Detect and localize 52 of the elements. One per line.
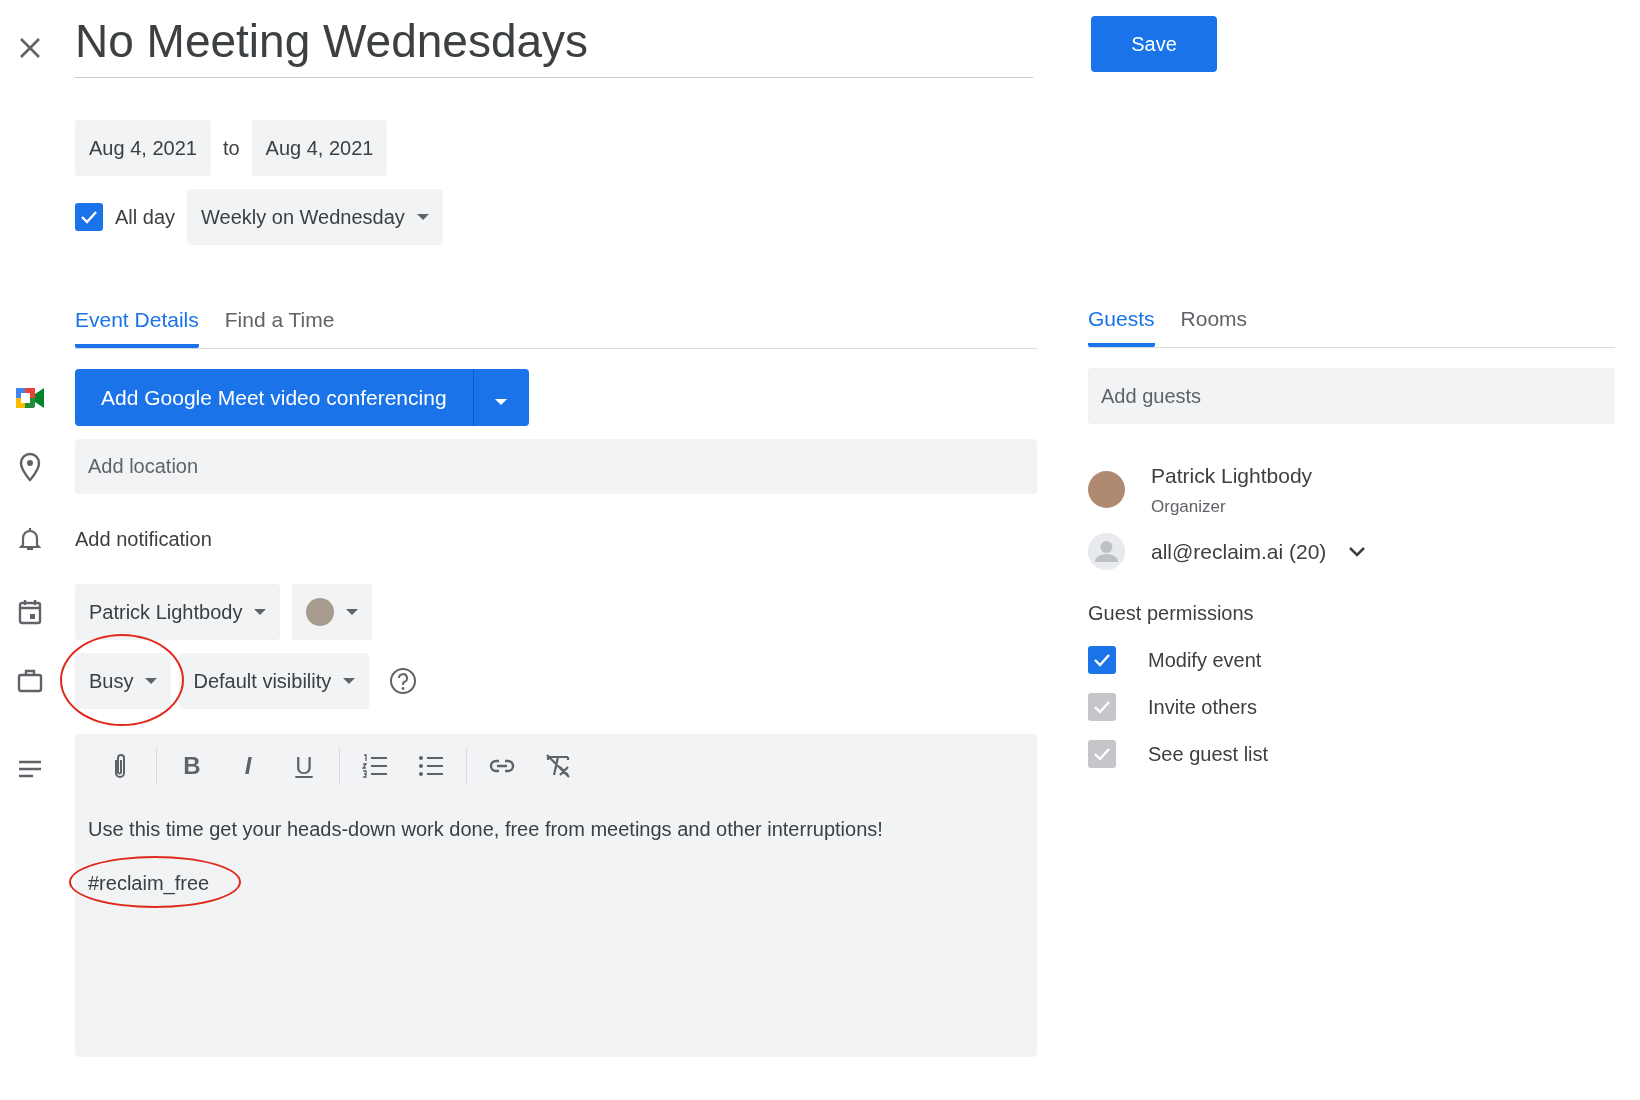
end-date-button[interactable]: Aug 4, 2021 xyxy=(251,120,388,176)
caret-icon xyxy=(145,678,158,684)
caret-icon xyxy=(343,678,356,684)
availability-dropdown[interactable]: Busy xyxy=(75,653,172,709)
avatar-photo xyxy=(1088,471,1125,508)
save-button[interactable]: Save xyxy=(1091,16,1217,72)
checkbox-checked[interactable] xyxy=(75,203,103,231)
caret-icon xyxy=(346,609,359,615)
tab[interactable]: Find a Time xyxy=(224,306,335,348)
guest-name: all@reclaim.ai (20) xyxy=(1151,538,1327,565)
add-meet-button[interactable]: Add Google Meet video conferencing xyxy=(75,369,473,426)
date-separator: to xyxy=(222,136,240,161)
help-icon[interactable] xyxy=(389,667,418,695)
format-button[interactable]: I xyxy=(227,748,269,784)
location-field[interactable]: Add location xyxy=(75,439,1037,494)
calendar-dropdown[interactable]: Patrick Lightbody xyxy=(75,584,281,640)
checkbox-checked[interactable] xyxy=(1088,645,1116,674)
bell-icon xyxy=(18,526,41,552)
event-title-field[interactable]: No Meeting Wednesdays xyxy=(75,0,1033,79)
start-date-button[interactable]: Aug 4, 2021 xyxy=(75,120,211,176)
description-text[interactable]: Use this time get your heads-down work done, free from meetings and other interruptions! xyxy=(88,814,1024,844)
all-day-label: All day xyxy=(115,205,176,230)
guest-role: Organizer xyxy=(1151,495,1227,518)
recurrence-dropdown[interactable]: Weekly on Wednesday xyxy=(187,189,443,245)
permission-label: Modify event xyxy=(1148,647,1262,673)
hashtag-text[interactable]: #reclaim_free xyxy=(88,872,210,894)
permission-label: See guest list xyxy=(1148,741,1269,767)
description-lines-icon xyxy=(17,760,42,778)
permissions-title: Guest permissions xyxy=(1088,601,1255,626)
tab[interactable]: Rooms xyxy=(1180,305,1248,347)
close-icon[interactable] xyxy=(18,37,41,59)
tab[interactable]: Event Details xyxy=(75,306,199,348)
guests-field[interactable]: Add guests xyxy=(1088,368,1615,424)
permission-label: Invite others xyxy=(1148,694,1257,720)
clear-format-icon[interactable] xyxy=(544,752,572,780)
chevron-down-icon[interactable] xyxy=(1348,545,1367,558)
guest-name: Patrick Lightbody xyxy=(1151,463,1313,489)
caret-icon xyxy=(416,214,429,220)
video-camera-icon xyxy=(14,385,45,410)
color-dropdown[interactable] xyxy=(292,584,373,640)
location-pin-icon xyxy=(18,451,41,482)
numbered-list-icon[interactable] xyxy=(361,752,389,780)
briefcase-icon xyxy=(16,669,43,693)
add-notification-link[interactable]: Add notification xyxy=(75,524,212,554)
tab[interactable]: Guests xyxy=(1088,305,1155,347)
format-button[interactable]: U xyxy=(283,748,325,784)
caret-icon xyxy=(254,609,267,615)
visibility-dropdown[interactable]: Default visibility xyxy=(179,653,370,709)
calendar-icon xyxy=(17,599,42,625)
format-button[interactable]: B xyxy=(171,748,213,784)
color-swatch xyxy=(306,598,335,626)
avatar-silhouette-icon xyxy=(1088,533,1125,570)
